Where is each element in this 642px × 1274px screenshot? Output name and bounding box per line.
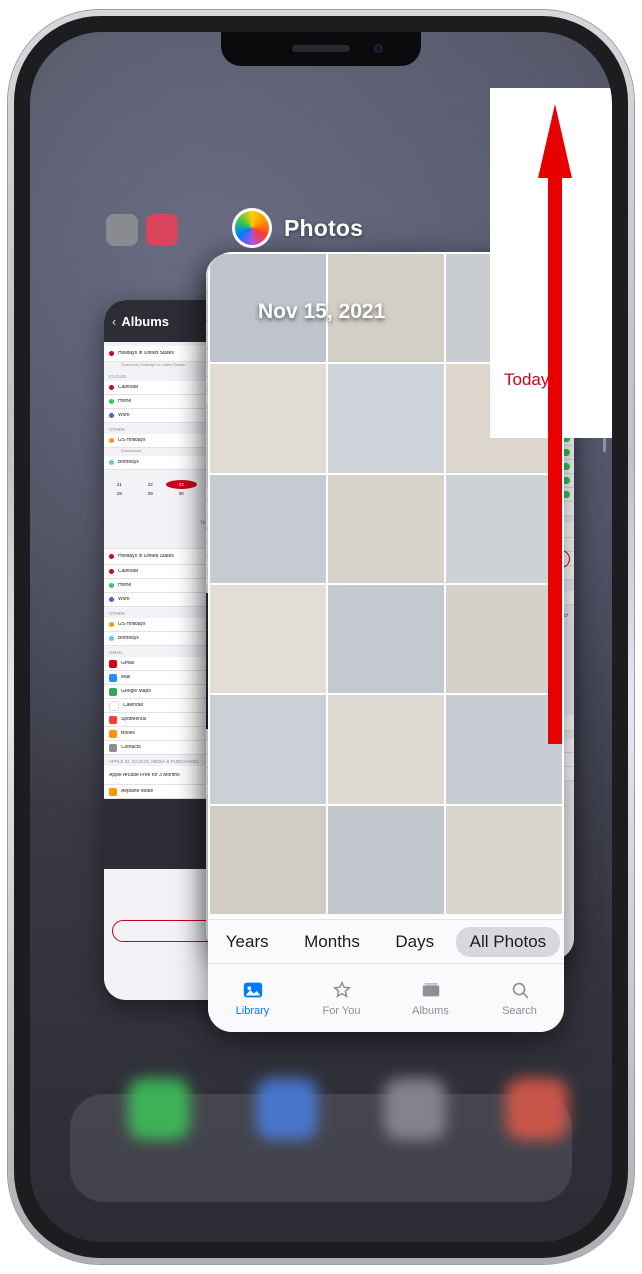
- settings-icon: [106, 214, 138, 246]
- photo-thumb[interactable]: [210, 695, 326, 804]
- phone-bezel: ‹ Albums Holidays in United States Share…: [14, 16, 628, 1258]
- photos-icon: [232, 208, 272, 248]
- app-icon: [146, 214, 178, 246]
- photos-card-name: Photos: [284, 214, 364, 241]
- for-you-icon: [332, 980, 351, 998]
- photo-thumb[interactable]: [328, 805, 444, 914]
- segment-days[interactable]: Days: [381, 927, 448, 957]
- tab-library[interactable]: Library: [208, 979, 297, 1017]
- photo-thumb[interactable]: [328, 474, 444, 583]
- back-chevron-icon[interactable]: ‹: [112, 314, 116, 329]
- calendar-back-label: Albums: [121, 313, 170, 329]
- iphone-frame: ‹ Albums Holidays in United States Share…: [8, 10, 634, 1264]
- tab-label: Search: [502, 1005, 537, 1017]
- front-camera: [374, 44, 383, 53]
- scrollbar[interactable]: [603, 332, 606, 452]
- photos-card-label: Photos: [232, 208, 363, 248]
- albums-icon: [422, 983, 439, 997]
- tab-label: Library: [235, 1005, 270, 1017]
- segment-months[interactable]: Months: [290, 927, 374, 957]
- tab-search[interactable]: Search: [475, 979, 564, 1017]
- dock-icon-messages: [384, 1078, 446, 1140]
- photo-thumb[interactable]: [328, 695, 444, 804]
- phone-screen: ‹ Albums Holidays in United States Share…: [30, 32, 612, 1242]
- photo-thumb[interactable]: [210, 474, 326, 583]
- tab-albums[interactable]: Albums: [386, 979, 475, 1017]
- photo-thumb[interactable]: [328, 364, 444, 473]
- screenshot-root: ‹ Albums Holidays in United States Share…: [0, 0, 642, 1274]
- photo-thumb[interactable]: [328, 584, 444, 694]
- segment-all-photos[interactable]: All Photos: [455, 927, 561, 957]
- photo-thumb[interactable]: [446, 805, 562, 914]
- library-icon: [243, 982, 262, 998]
- tab-for-you[interactable]: For You: [297, 979, 386, 1017]
- background-card-icons: [106, 214, 178, 246]
- notch: [221, 32, 421, 66]
- search-icon: [512, 982, 528, 999]
- tab-label: Albums: [412, 1005, 449, 1017]
- photo-thumb[interactable]: [210, 584, 326, 694]
- tab-label: For You: [322, 1005, 361, 1017]
- blurred-dock: [70, 1078, 572, 1202]
- dock-icon-phone: [128, 1078, 190, 1140]
- photos-tab-bar[interactable]: Library For You Albums Search: [208, 963, 564, 1032]
- swipe-up-arrow: [538, 104, 572, 744]
- photo-thumb[interactable]: [210, 805, 326, 914]
- photo-thumb[interactable]: [210, 364, 326, 473]
- photos-date-overlay: Nov 15, 2021: [258, 300, 386, 323]
- dock-icon-safari: [256, 1078, 318, 1140]
- photos-segmented-control[interactable]: Years Months Days All Photos: [208, 919, 564, 964]
- earpiece-speaker: [292, 45, 350, 52]
- segment-years[interactable]: Years: [212, 927, 283, 957]
- dock-icon-music: [506, 1078, 568, 1140]
